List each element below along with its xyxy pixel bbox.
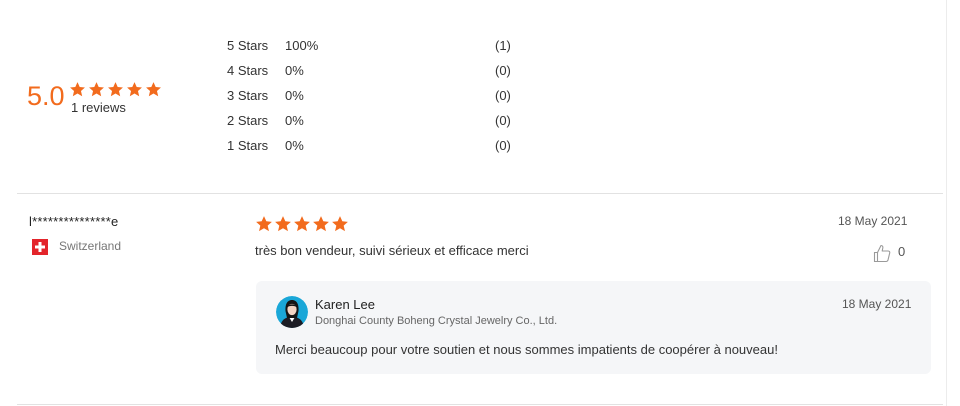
star-icon (332, 216, 348, 232)
star-icon (256, 216, 272, 232)
distribution-percent: 100% (285, 38, 319, 53)
seller-reply: Karen Lee Donghai County Boheng Crystal … (256, 281, 931, 374)
summary-star-rating (69, 81, 164, 98)
distribution-percent: 0% (285, 88, 304, 103)
star-icon (275, 216, 291, 232)
reviewer-country: Switzerland (59, 239, 122, 253)
star-icon (89, 82, 104, 97)
distribution-label: 2 Stars (227, 113, 269, 128)
star-icon (127, 82, 142, 97)
divider (17, 193, 943, 194)
reviewer-name: l***************e (29, 214, 119, 229)
reply-text: Merci beaucoup pour votre soutien et nou… (275, 342, 778, 357)
switzerland-flag-icon (32, 239, 48, 255)
distribution-label: 3 Stars (227, 88, 269, 103)
distribution-label: 1 Stars (227, 138, 269, 153)
distribution-label: 5 Stars (227, 38, 269, 53)
review-count: 1 reviews (71, 100, 126, 115)
distribution-count: (0) (495, 88, 511, 103)
distribution-count: (0) (495, 63, 511, 78)
reply-date: 18 May 2021 (842, 297, 912, 311)
star-icon (294, 216, 310, 232)
reply-author: Karen Lee (315, 297, 375, 312)
star-icon (108, 82, 123, 97)
panel-edge-divider (946, 0, 947, 406)
reviews-panel: 5.0 1 reviews 5 Stars 100% (1) 4 Stars 0… (0, 0, 960, 406)
star-icon (70, 82, 85, 97)
avatar (276, 296, 308, 328)
distribution-label: 4 Stars (227, 63, 269, 78)
star-icon (313, 216, 329, 232)
rating-summary: 5.0 1 reviews (27, 78, 207, 118)
average-rating: 5.0 (27, 81, 65, 111)
like-count: 0 (898, 244, 906, 259)
distribution-count: (1) (495, 38, 511, 53)
reply-company: Donghai County Boheng Crystal Jewelry Co… (315, 315, 558, 327)
thumbs-up-icon[interactable] (873, 243, 891, 263)
divider (17, 404, 943, 405)
distribution-count: (0) (495, 138, 511, 153)
review-text: très bon vendeur, suivi sérieux et effic… (255, 243, 529, 258)
review-star-rating (255, 215, 350, 233)
star-icon (146, 82, 161, 97)
distribution-percent: 0% (285, 113, 304, 128)
distribution-count: (0) (495, 113, 511, 128)
distribution-percent: 0% (285, 138, 304, 153)
distribution-percent: 0% (285, 63, 304, 78)
review-date: 18 May 2021 (838, 214, 908, 228)
